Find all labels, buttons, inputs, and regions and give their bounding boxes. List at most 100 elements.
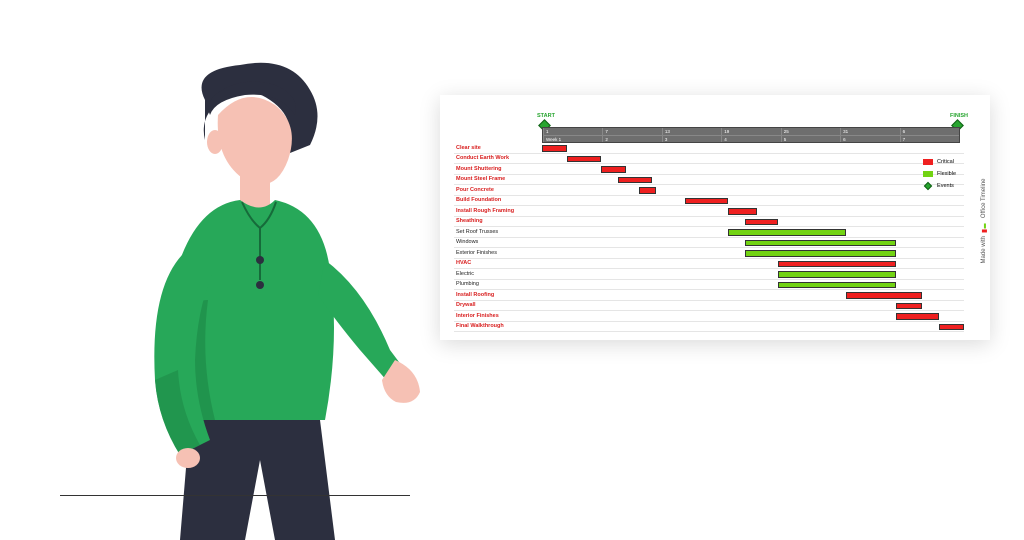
task-bar-area <box>542 227 964 237</box>
task-bar-area <box>542 248 964 258</box>
task-label: Build Foundation <box>454 197 542 203</box>
task-row: Mount Shuttering <box>454 164 964 175</box>
task-label: Electric <box>454 271 542 277</box>
task-bar <box>896 303 921 310</box>
task-row: Mount Steel Frame <box>454 175 964 186</box>
task-bar <box>745 240 897 247</box>
task-label: Set Roof Trusses <box>454 229 542 235</box>
task-label: Mount Shuttering <box>454 166 542 172</box>
task-bar-area <box>542 311 964 321</box>
task-row: Install Rough Framing <box>454 206 964 217</box>
task-row: Install Roofing <box>454 290 964 301</box>
axis-date-tick: 31 <box>840 128 848 135</box>
task-bar-area <box>542 301 964 311</box>
task-bar <box>728 229 846 236</box>
task-label: Conduct Earth Work <box>454 155 542 161</box>
task-bar <box>601 166 626 173</box>
task-bar <box>685 198 727 205</box>
task-row: HVAC <box>454 259 964 270</box>
task-label: Install Rough Framing <box>454 208 542 214</box>
task-bar <box>542 145 567 152</box>
attribution-brand: Office Timeline <box>981 178 987 218</box>
ground-line <box>60 495 410 496</box>
task-bar <box>745 250 897 257</box>
task-bar-area <box>542 290 964 300</box>
task-bar <box>745 219 779 226</box>
attribution: Made with Office Timeline <box>981 178 987 263</box>
task-label: Windows <box>454 239 542 245</box>
task-label: Drywall <box>454 302 542 308</box>
milestone-finish-label: FINISH <box>950 113 968 119</box>
task-bar-area <box>542 143 964 153</box>
task-bar <box>728 208 758 215</box>
task-bar-area <box>542 185 964 195</box>
task-bar <box>778 261 896 268</box>
axis-week-tick: 7 <box>900 136 906 143</box>
legend-flexible: Flexible <box>923 169 956 179</box>
axis-date-tick: 25 <box>781 128 789 135</box>
task-bar <box>846 292 922 299</box>
task-bar <box>618 177 652 184</box>
task-bar-area <box>542 259 964 269</box>
task-row: Clear site <box>454 143 964 154</box>
task-bar <box>778 282 896 289</box>
task-label: Exterior Finishes <box>454 250 542 256</box>
legend-critical-swatch <box>923 159 933 165</box>
task-bar-area <box>542 269 964 279</box>
legend-flexible-swatch <box>923 171 933 177</box>
task-bar-area <box>542 238 964 248</box>
milestone-row: START FINISH <box>542 113 960 127</box>
axis-dates: 17131925316 <box>543 128 959 136</box>
axis-week-tick: 4 <box>721 136 727 143</box>
task-row: Set Roof Trusses <box>454 227 964 238</box>
task-list: Clear site Conduct Earth Work Mount Shutte… <box>454 143 964 332</box>
legend-events-label: Events <box>937 181 954 191</box>
gantt-chart-card: START FINISH 17131925316 Week 1234567 Cl… <box>440 95 990 340</box>
axis-week-tick: 5 <box>781 136 787 143</box>
task-label: Plumbing <box>454 281 542 287</box>
task-row: Electric <box>454 269 964 280</box>
task-row: Build Foundation <box>454 196 964 207</box>
axis-weeks: Week 1234567 <box>543 136 959 143</box>
axis-week-tick: Week 1 <box>543 136 561 143</box>
task-label: Mount Steel Frame <box>454 176 542 182</box>
task-label: Interior Finishes <box>454 313 542 319</box>
task-row: Exterior Finishes <box>454 248 964 259</box>
task-bar-area <box>542 206 964 216</box>
attribution-icon <box>981 222 987 232</box>
task-label: HVAC <box>454 260 542 266</box>
task-bar <box>939 324 964 331</box>
task-row: Drywall <box>454 301 964 312</box>
task-row: Final Walkthrough <box>454 322 964 333</box>
task-bar <box>639 187 656 194</box>
axis-date-tick: 6 <box>900 128 906 135</box>
task-bar-area <box>542 280 964 290</box>
legend-events: Events <box>923 181 956 191</box>
task-row: Plumbing <box>454 280 964 291</box>
axis-date-tick: 19 <box>721 128 729 135</box>
task-label: Pour Concrete <box>454 187 542 193</box>
axis-date-tick: 13 <box>662 128 670 135</box>
task-row: Sheathing <box>454 217 964 228</box>
task-bar-area <box>542 217 964 227</box>
task-bar <box>778 271 896 278</box>
person-illustration <box>100 60 420 540</box>
attribution-prefix: Made with <box>981 236 987 263</box>
axis-week-tick: 3 <box>662 136 668 143</box>
task-label: Clear site <box>454 145 542 151</box>
axis-date-tick: 1 <box>543 128 549 135</box>
task-label: Sheathing <box>454 218 542 224</box>
milestone-start-label: START <box>537 113 555 119</box>
task-label: Install Roofing <box>454 292 542 298</box>
task-bar <box>567 156 601 163</box>
task-bar-area <box>542 322 964 332</box>
axis-week-tick: 6 <box>840 136 846 143</box>
legend-events-icon <box>924 182 932 190</box>
task-label: Final Walkthrough <box>454 323 542 329</box>
task-row: Pour Concrete <box>454 185 964 196</box>
task-bar-area <box>542 175 964 185</box>
task-row: Interior Finishes <box>454 311 964 322</box>
task-row: Conduct Earth Work <box>454 154 964 165</box>
task-bar-area <box>542 154 964 164</box>
legend-flexible-label: Flexible <box>937 169 956 179</box>
